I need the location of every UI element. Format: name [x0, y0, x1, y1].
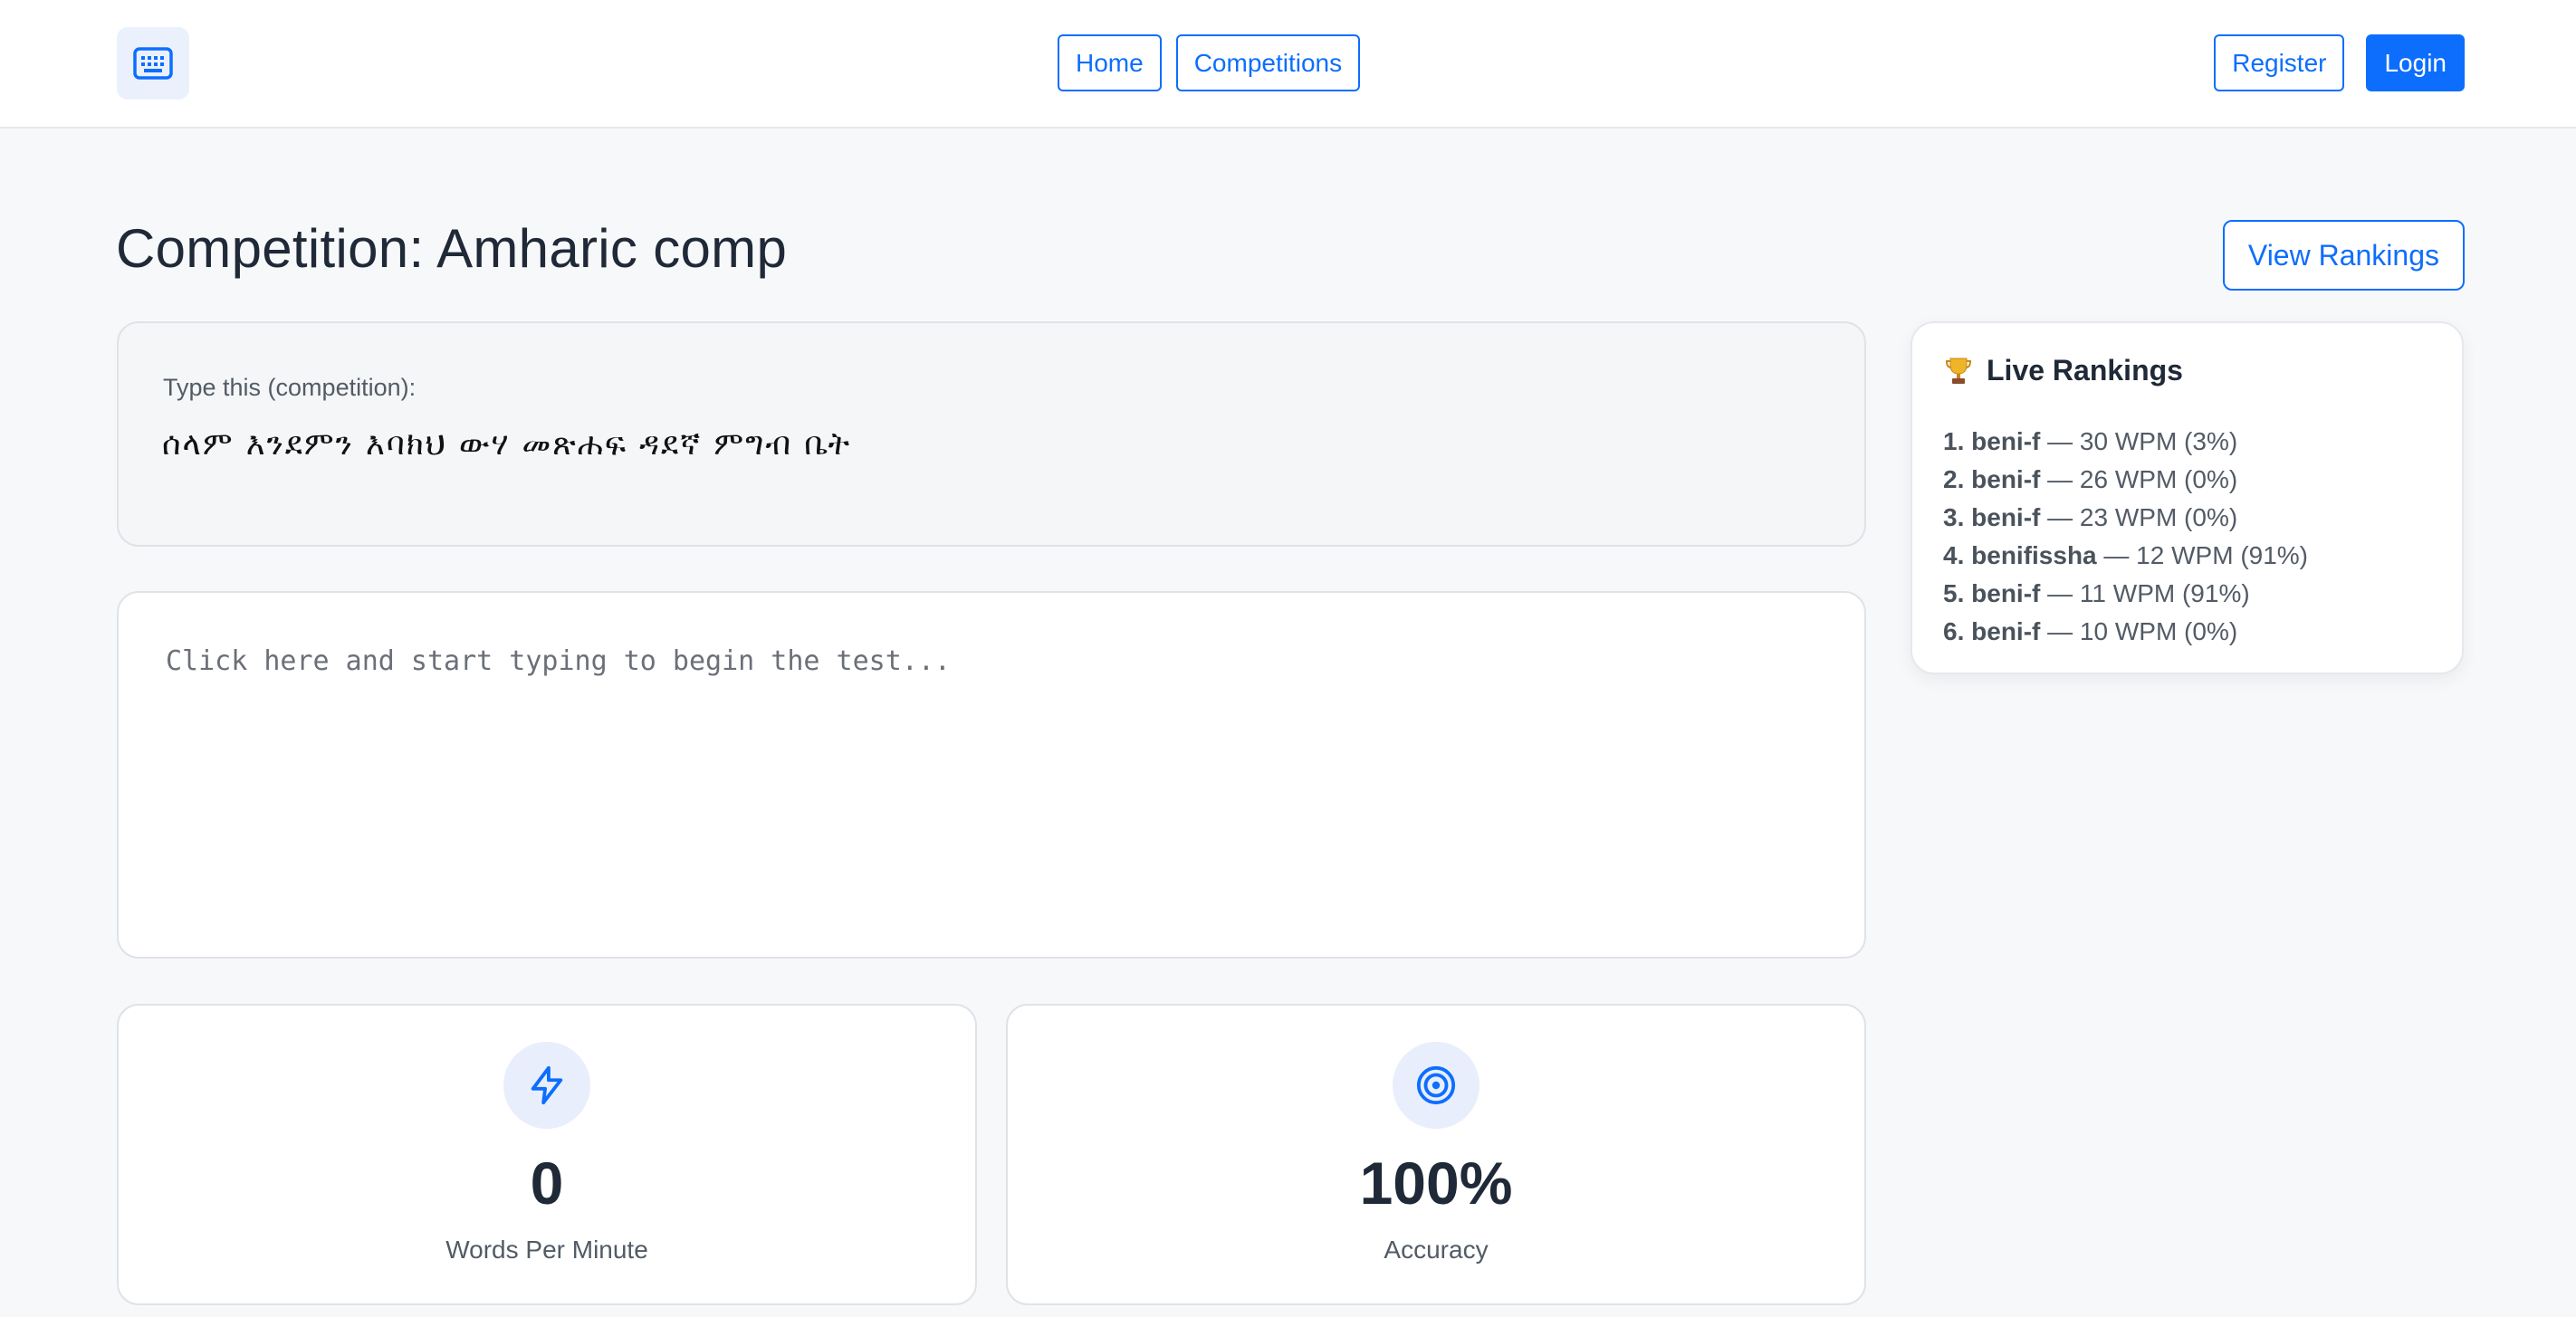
main-nav: Home Competitions — [1058, 34, 1361, 91]
rankings-title: Live Rankings — [1987, 354, 2183, 387]
rank-detail: — 11 WPM (91%) — [2047, 579, 2250, 607]
prompt-label: Type this (competition): — [163, 374, 417, 401]
rank-user: beni-f — [1971, 427, 2041, 455]
prompt-text: ሰላም እንደምን እባክህ ውሃ መጽሐፍ ዳደኛ ምግብ ቤት — [162, 426, 852, 463]
wpm-card: 0 Words Per Minute — [117, 1004, 977, 1305]
ranking-item: 1. beni-f — 30 WPM (3%) — [1943, 423, 2308, 461]
ranking-item: 4. benifissha — 12 WPM (91%) — [1943, 537, 2308, 575]
live-rankings-card: Live Rankings 1. beni-f — 30 WPM (3%) 2.… — [1910, 321, 2464, 674]
trophy-icon — [1945, 358, 1972, 384]
rank-user: beni-f — [1971, 465, 2041, 493]
ranking-item: 5. beni-f — 11 WPM (91%) — [1943, 575, 2308, 613]
rank-number: 5. — [1943, 579, 1965, 607]
navbar: Home Competitions Register Login — [0, 0, 2576, 129]
accuracy-icon-wrap — [1393, 1042, 1480, 1129]
ranking-item: 3. beni-f — 23 WPM (0%) — [1943, 499, 2308, 537]
ranking-item: 2. beni-f — 26 WPM (0%) — [1943, 461, 2308, 499]
rank-detail: — 10 WPM (0%) — [2047, 617, 2238, 645]
rank-user: benifissha — [1971, 541, 2097, 569]
rankings-header: Live Rankings — [1945, 354, 2183, 387]
rank-number: 2. — [1943, 465, 1965, 493]
ranking-item: 6. beni-f — 10 WPM (0%) — [1943, 613, 2308, 651]
rank-detail: — 23 WPM (0%) — [2047, 503, 2238, 531]
rank-number: 6. — [1943, 617, 1965, 645]
rank-user: beni-f — [1971, 617, 2041, 645]
accuracy-card: 100% Accuracy — [1006, 1004, 1866, 1305]
auth-nav: Register Login — [2214, 34, 2465, 91]
typing-input[interactable] — [117, 591, 1866, 959]
wpm-icon-wrap — [503, 1042, 590, 1129]
page-title: Competition: Amharic comp — [116, 218, 788, 279]
wpm-label: Words Per Minute — [445, 1236, 648, 1264]
rank-number: 4. — [1943, 541, 1965, 569]
register-button[interactable]: Register — [2214, 34, 2345, 91]
accuracy-label: Accuracy — [1384, 1236, 1489, 1264]
login-button[interactable]: Login — [2366, 34, 2465, 91]
rank-user: beni-f — [1971, 579, 2041, 607]
prompt-card: Type this (competition): ሰላም እንደምን እባክህ … — [117, 321, 1866, 547]
rank-number: 1. — [1943, 427, 1965, 455]
accuracy-value: 100% — [1359, 1150, 1513, 1217]
lightning-icon — [531, 1065, 563, 1105]
keyboard-icon — [133, 47, 173, 80]
rank-user: beni-f — [1971, 503, 2041, 531]
home-link[interactable]: Home — [1058, 34, 1162, 91]
rank-detail: — 30 WPM (3%) — [2047, 427, 2238, 455]
competitions-link[interactable]: Competitions — [1175, 34, 1361, 91]
wpm-value: 0 — [530, 1150, 564, 1217]
target-icon — [1416, 1065, 1456, 1105]
logo[interactable] — [117, 27, 189, 100]
rankings-list: 1. beni-f — 30 WPM (3%) 2. beni-f — 26 W… — [1943, 423, 2308, 651]
rank-number: 3. — [1943, 503, 1965, 531]
view-rankings-button[interactable]: View Rankings — [2222, 220, 2465, 291]
rank-detail: — 26 WPM (0%) — [2047, 465, 2238, 493]
rank-detail: — 12 WPM (91%) — [2103, 541, 2309, 569]
